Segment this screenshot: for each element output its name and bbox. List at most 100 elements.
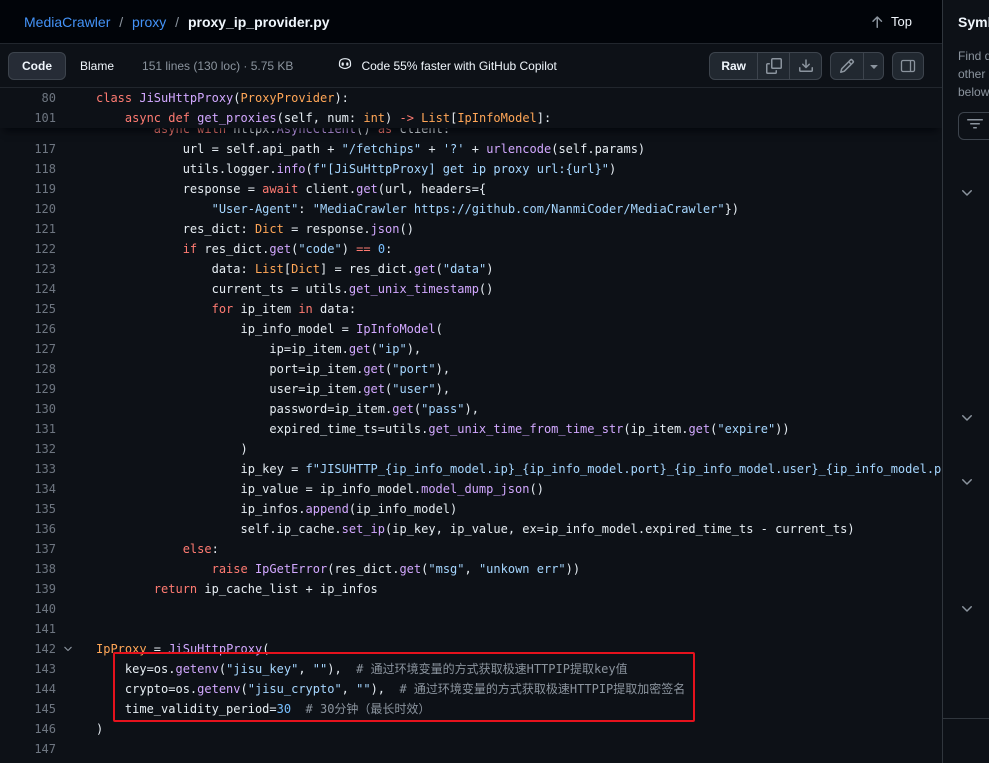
raw-copy-download-group: Raw	[709, 52, 822, 80]
code-lines: async with httpx.AsyncClient() as client…	[0, 88, 942, 759]
symbols-filter-input[interactable]	[958, 112, 989, 140]
fold-chevron-icon[interactable]	[62, 641, 78, 657]
line-number[interactable]: 134	[0, 479, 56, 499]
download-button[interactable]	[789, 53, 821, 79]
code-line: 143 key=os.getenv("jisu_key", ""), # 通过环…	[0, 659, 942, 679]
code-line: 101 async def get_proxies(self, num: int…	[0, 108, 942, 128]
github-code-view: MediaCrawler / proxy / proxy_ip_provider…	[0, 0, 989, 763]
line-number[interactable]: 131	[0, 419, 56, 439]
file-meta-info: 151 lines (130 loc) · 5.75 KB	[142, 59, 293, 73]
code-line: 132 )	[0, 439, 942, 459]
code-line: 129 user=ip_item.get("user"),	[0, 379, 942, 399]
code-editor-area: async with httpx.AsyncClient() as client…	[0, 88, 942, 763]
line-number[interactable]: 101	[0, 108, 56, 128]
symbols-description-line: other symbols in this file by clicking a…	[958, 65, 989, 83]
line-number[interactable]: 142	[0, 639, 56, 659]
code-line: 146)	[0, 719, 942, 739]
line-number[interactable]: 133	[0, 459, 56, 479]
code-line: 145 time_validity_period=30 # 30分钟（最长时效）	[0, 699, 942, 719]
symbols-panel-divider	[943, 718, 989, 719]
line-number[interactable]: 141	[0, 619, 56, 639]
code-line: 125 for ip_item in data:	[0, 299, 942, 319]
pencil-icon	[839, 58, 855, 74]
code-line: 139 return ip_cache_list + ip_infos	[0, 579, 942, 599]
copilot-banner-text: Code 55% faster with GitHub Copilot	[361, 59, 556, 73]
code-line: 124 current_ts = utils.get_unix_timestam…	[0, 279, 942, 299]
tab-blame[interactable]: Blame	[66, 52, 128, 80]
code-line: 141	[0, 619, 942, 639]
chevron-down-icon[interactable]	[959, 474, 975, 490]
line-number[interactable]: 140	[0, 599, 56, 619]
symbols-pane-toggle-button[interactable]	[892, 52, 924, 80]
code-line: 80class JiSuHttpProxy(ProxyProvider):	[0, 88, 942, 108]
line-number[interactable]: 120	[0, 199, 56, 219]
line-number[interactable]: 127	[0, 339, 56, 359]
code-line: 128 port=ip_item.get("port"),	[0, 359, 942, 379]
line-number[interactable]: 146	[0, 719, 56, 739]
code-line: 135 ip_infos.append(ip_info_model)	[0, 499, 942, 519]
line-number[interactable]: 118	[0, 159, 56, 179]
code-line: 134 ip_value = ip_info_model.model_dump_…	[0, 479, 942, 499]
breadcrumb-separator: /	[175, 14, 179, 30]
code-line: 138 raise IpGetError(res_dict.get("msg",…	[0, 559, 942, 579]
line-number[interactable]: 147	[0, 739, 56, 759]
line-number[interactable]: 80	[0, 88, 56, 108]
symbols-panel-description: Find definitions and references for func…	[958, 47, 989, 101]
symbols-panel: Symbols Find definitions and references …	[942, 0, 989, 763]
code-line: 144 crypto=os.getenv("jisu_crypto", ""),…	[0, 679, 942, 699]
breadcrumb-repo-link[interactable]: MediaCrawler	[24, 14, 110, 30]
back-to-top-button[interactable]: Top	[869, 14, 912, 30]
triangle-down-icon	[866, 58, 882, 74]
code-line: 133 ip_key = f"JISUHTTP_{ip_info_model.i…	[0, 459, 942, 479]
copilot-banner[interactable]: Code 55% faster with GitHub Copilot	[337, 56, 556, 75]
breadcrumb-folder-link[interactable]: proxy	[132, 14, 166, 30]
code-line: 136 self.ip_cache.set_ip(ip_key, ip_valu…	[0, 519, 942, 539]
code-line: 127 ip=ip_item.get("ip"),	[0, 339, 942, 359]
chevron-down-icon[interactable]	[959, 410, 975, 426]
code-line: 121 res_dict: Dict = response.json()	[0, 219, 942, 239]
line-number[interactable]: 138	[0, 559, 56, 579]
back-to-top-label: Top	[891, 14, 912, 29]
edit-split-button	[830, 52, 884, 80]
line-number[interactable]: 130	[0, 399, 56, 419]
line-number[interactable]: 124	[0, 279, 56, 299]
line-number[interactable]: 129	[0, 379, 56, 399]
file-view-column: MediaCrawler / proxy / proxy_ip_provider…	[0, 0, 942, 763]
line-number[interactable]: 123	[0, 259, 56, 279]
line-number[interactable]: 145	[0, 699, 56, 719]
line-number[interactable]: 126	[0, 319, 56, 339]
sticky-lines: 80class JiSuHttpProxy(ProxyProvider):101…	[0, 88, 942, 128]
code-line: 123 data: List[Dict] = res_dict.get("dat…	[0, 259, 942, 279]
line-number[interactable]: 139	[0, 579, 56, 599]
chevron-down-icon[interactable]	[959, 185, 975, 201]
edit-dropdown-button[interactable]	[863, 53, 883, 79]
side-panel-icon	[900, 58, 916, 74]
code-line: 137 else:	[0, 539, 942, 559]
copy-button[interactable]	[757, 53, 789, 79]
line-number[interactable]: 119	[0, 179, 56, 199]
code-line: 147	[0, 739, 942, 759]
breadcrumb: MediaCrawler / proxy / proxy_ip_provider…	[24, 14, 869, 30]
code-line: 130 password=ip_item.get("pass"),	[0, 399, 942, 419]
line-number[interactable]: 136	[0, 519, 56, 539]
line-number[interactable]: 121	[0, 219, 56, 239]
chevron-down-icon[interactable]	[959, 601, 975, 617]
line-number[interactable]: 144	[0, 679, 56, 699]
code-line: 140	[0, 599, 942, 619]
line-number[interactable]: 128	[0, 359, 56, 379]
raw-button[interactable]: Raw	[710, 53, 757, 79]
line-number[interactable]: 117	[0, 139, 56, 159]
edit-button[interactable]	[831, 53, 863, 79]
code-blame-switcher: Code Blame	[8, 52, 128, 80]
line-number[interactable]: 132	[0, 439, 56, 459]
code-line: 117 url = self.api_path + "/fetchips" + …	[0, 139, 942, 159]
code-line: 122 if res_dict.get("code") == 0:	[0, 239, 942, 259]
line-number[interactable]: 135	[0, 499, 56, 519]
line-number[interactable]: 122	[0, 239, 56, 259]
breadcrumb-separator: /	[119, 14, 123, 30]
line-number[interactable]: 143	[0, 659, 56, 679]
line-number[interactable]: 125	[0, 299, 56, 319]
symbols-panel-title: Symbols	[958, 14, 989, 30]
line-number[interactable]: 137	[0, 539, 56, 559]
tab-code[interactable]: Code	[8, 52, 66, 80]
